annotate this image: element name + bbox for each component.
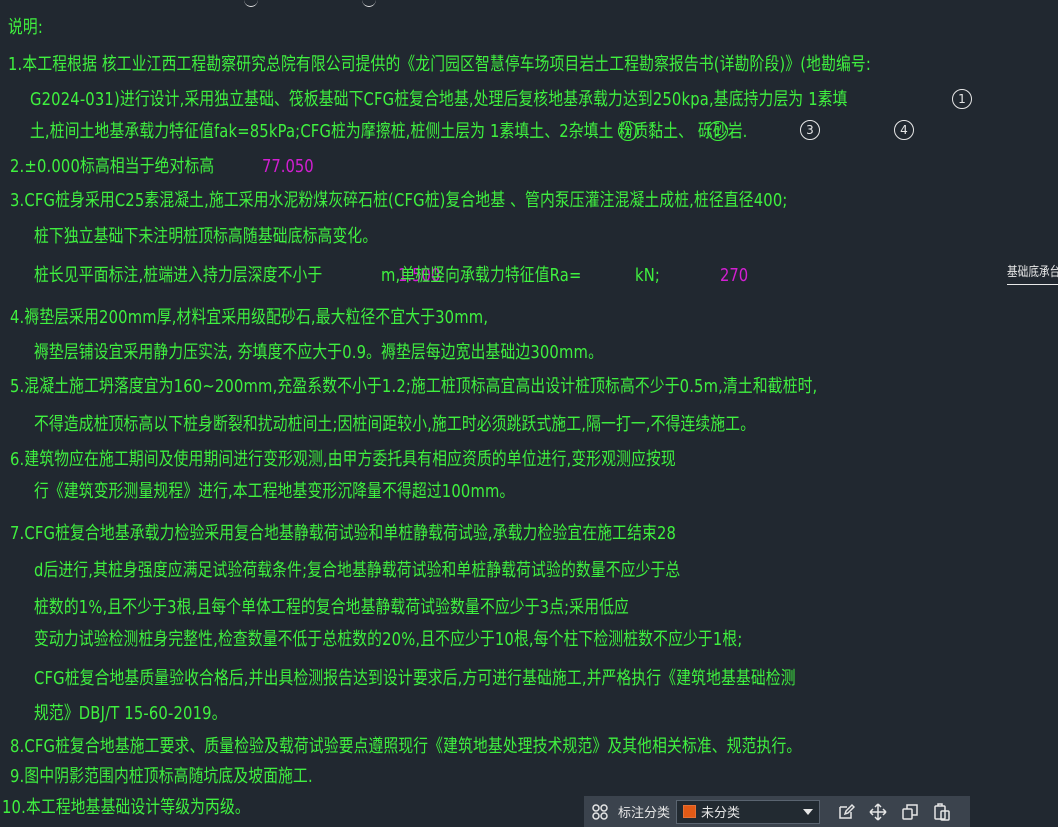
paste-icon[interactable] [930, 800, 954, 824]
note-7-line-5: CFG桩复合地基质量验收合格后,并出具检测报告达到设计要求后,方可进行基础施工,… [34, 668, 796, 689]
annotation-toolbar: 标注分类 未分类 [584, 796, 970, 827]
note-7-line-3: 桩数的1%,且不少于3根,且每个单体工程的复合地基静载荷试验数量不应少于3点;采… [34, 597, 629, 618]
top-arc-left [244, 0, 258, 7]
note-7-line-1: 7.CFG桩复合地基承载力检验采用复合地基静载荷试验和单桩静载荷试验,承载力检验… [10, 523, 677, 544]
note-6-line-1: 6.建筑物应在施工期间及使用期间进行变形观测,由甲方委托具有相应资质的单位进行,… [10, 449, 676, 470]
category-color-swatch [683, 805, 697, 818]
elevation-value: 77.050 [262, 156, 314, 177]
note-3-line-3-c: kN; [635, 265, 661, 286]
note-3-line-3-b: m,单桩竖向承载力特征值Ra= [381, 265, 582, 286]
note-1-line-2: G2024-031)进行设计,采用独立基础、筏板基础下CFG桩复合地基,处理后复… [30, 89, 848, 110]
note-3-line-1: 3.CFG桩身采用C25素混凝土,施工采用水泥粉煤灰碎石桩(CFG桩)复合地基 … [10, 190, 788, 211]
top-arc-right [362, 0, 376, 7]
note-3-line-3-a: 桩长见平面标注,桩端进入持力层深度不小于 [34, 265, 323, 286]
note-3-line-2: 桩下独立基础下未注明桩顶标高随基础底标高变化。 [34, 226, 378, 247]
note-6-line-2: 行《建筑变形测量规程》进行,本工程地基变形沉降量不得超过100mm。 [34, 481, 515, 502]
note-7-line-4: 变动力试验检测桩身完整性,检查数量不低于总桩数的20%,且不应少于10根,每个柱… [34, 629, 743, 650]
note-8: 8.CFG桩复合地基施工要求、质量检验及载荷试验要点遵照现行《建筑地基处理技术规… [10, 736, 802, 757]
note-5-line-2: 不得造成桩顶标高以下桩身断裂和扰动桩间土;因桩间距较小,施工时必须跳跃式施工,隔… [34, 414, 756, 435]
annotation-category-label: 标注分类 [618, 806, 671, 821]
note-10: 10.本工程地基基础设计等级为丙级。 [2, 797, 250, 818]
note-4-line-1: 4.褥垫层采用200mm厚,材料宜采用级配砂石,最大粒径不宜大于30mm, [10, 307, 489, 328]
grid-icon[interactable] [588, 800, 612, 824]
copy-icon[interactable] [898, 800, 922, 824]
notes-heading: 说明: [8, 17, 43, 38]
annotation-category-select[interactable]: 未分类 [676, 799, 821, 824]
note-7-line-6: 规范》DBJ/T 15-60-2019。 [34, 703, 227, 724]
circled-marker-4: 3 [800, 120, 820, 140]
note-2: 2.±0.000标高相当于绝对标高 [10, 156, 215, 177]
category-selected-value: 未分类 [701, 806, 741, 821]
note-1-line-3: 土,桩间土地基承载力特征值fak=85kPa;CFG桩为摩擦桩,桩侧土层为 1素… [30, 121, 748, 142]
capacity-value: 270 [720, 265, 749, 286]
side-label-underline [1007, 284, 1058, 285]
move-icon[interactable] [866, 800, 890, 824]
note-9: 9.图中阴影范围内桩顶标高随坑底及坡面施工. [10, 766, 313, 787]
side-label: 基础底承台 [1007, 265, 1058, 280]
cad-drawing-canvas[interactable]: 说明: 1.本工程根据 核工业江西工程勘察研究总院有限公司提供的《龙门园区智慧停… [0, 0, 1058, 827]
circled-marker-3: 1 [708, 121, 728, 141]
note-1-line-1: 1.本工程根据 核工业江西工程勘察研究总院有限公司提供的《龙门园区智慧停车场项目… [8, 54, 871, 75]
edit-icon[interactable] [834, 800, 858, 824]
note-7-line-2: d后进行,其桩身强度应满足试验荷载条件;复合地基静载荷试验和单桩静载荷试验的数量… [34, 560, 681, 581]
circled-marker-5: 4 [894, 120, 914, 140]
chevron-down-icon [803, 808, 814, 815]
circled-marker-1: 1 [952, 89, 972, 109]
note-5-line-1: 5.混凝土施工坍落度宜为160~200mm,充盈系数不小于1.2;施工桩顶标高宜… [10, 376, 818, 397]
note-4-line-2: 褥垫层铺设宜采用静力压实法, 夯填度不应大于0.9。褥垫层每边宽出基础边300m… [34, 342, 603, 363]
circled-marker-2: 1 [618, 121, 638, 141]
